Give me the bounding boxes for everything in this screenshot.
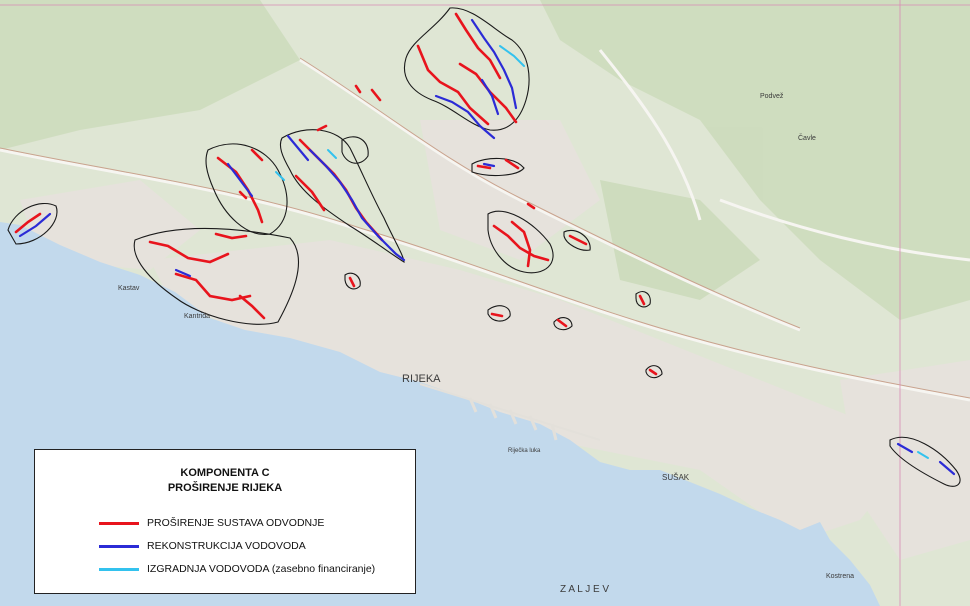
legend-swatch-water-new [99,567,139,571]
label-kostrena: Kostrena [826,573,854,580]
legend-item-water-reconstruction: REKONSTRUKCIJA VODOVODA [99,539,306,553]
map-legend: KOMPONENTA C PROŠIRENJE RIJEKA PROŠIRENJ… [34,449,416,594]
legend-item-sewer: PROŠIRENJE SUSTAVA ODVODNJE [99,516,324,530]
legend-item-water-new: IZGRADNJA VODOVODA (zasebno financiranje… [99,562,375,576]
legend-label-water-reconstruction: REKONSTRUKCIJA VODOVODA [147,540,306,552]
legend-swatch-sewer [99,521,139,525]
label-susak: SUŠAK [662,473,690,482]
label-kastav: Kastav [118,285,140,292]
label-cavle: Čavle [798,133,816,142]
label-luka: Riječka luka [508,448,541,454]
legend-label-sewer: PROŠIRENJE SUSTAVA ODVODNJE [147,517,325,529]
legend-title-line1: KOMPONENTA C [180,467,270,479]
label-kantrida: Kantrida [184,313,210,320]
legend-label-water-new: IZGRADNJA VODOVODA (zasebno financiranje… [147,563,376,575]
legend-title-line2: PROŠIRENJE RIJEKA [167,482,283,494]
label-zaljev: Z A L J E V [560,584,609,595]
label-rijeka: RIJEKA [402,373,441,385]
label-podvezica: Podvež [760,93,784,100]
legend-swatch-water-reconstruction [99,544,139,548]
